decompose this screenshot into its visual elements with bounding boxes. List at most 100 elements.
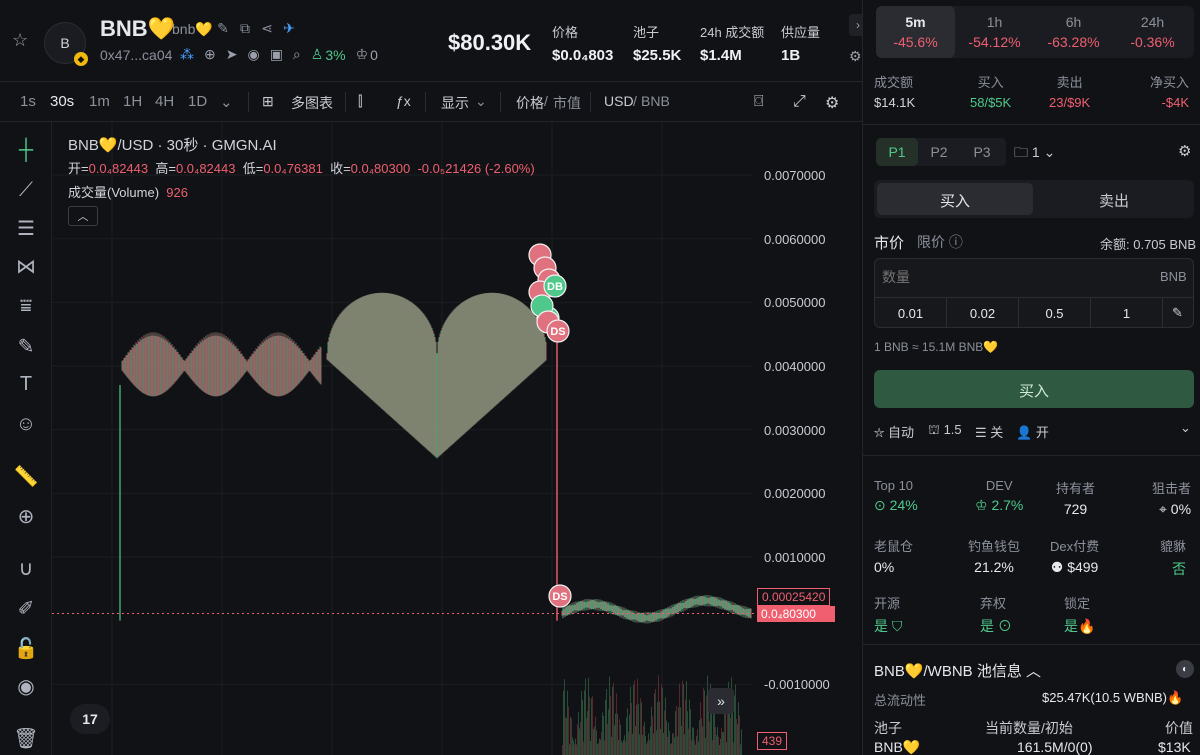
volume-bar: [720, 738, 721, 755]
scroll-to-latest-button[interactable]: »: [708, 688, 734, 714]
bubblemap-icon[interactable]: ⁂: [180, 46, 194, 63]
bnb-toggle[interactable]: BNB: [641, 93, 670, 109]
wallet-selector[interactable]: 🗀 1 ⌄: [1014, 142, 1055, 166]
gmgn-icon[interactable]: ◉: [247, 46, 259, 63]
gear-icon[interactable]: ⚙: [1178, 142, 1191, 160]
tab-p3[interactable]: P3: [961, 138, 1003, 166]
mev-setting[interactable]: ☰ 关: [975, 422, 1003, 441]
kv-value: $499: [1067, 559, 1099, 575]
market-order-tab[interactable]: 市价: [874, 232, 904, 253]
tab-1h[interactable]: 1h -54.12%: [955, 6, 1034, 58]
quantity-input[interactable]: [882, 264, 1112, 290]
mev-off-label: 关: [990, 425, 1004, 440]
sell-tab[interactable]: 卖出: [1036, 183, 1192, 215]
limit-order-tab[interactable]: 限价 ⓘ: [917, 232, 963, 252]
twitter-icon[interactable]: ✈: [281, 20, 297, 37]
contract-address[interactable]: 0x47...ca04: [100, 47, 172, 63]
share-icon[interactable]: ⋖: [259, 20, 275, 37]
pattern-icon[interactable]: ⋈: [12, 252, 40, 280]
candle-type-icon[interactable]: ⫿: [358, 93, 362, 110]
volume-bar: [630, 686, 631, 755]
add-chart-icon[interactable]: ⊞: [262, 93, 274, 110]
magnet-icon[interactable]: ∪: [12, 554, 40, 582]
text-icon[interactable]: T: [12, 370, 40, 398]
edit-presets-icon[interactable]: ✎: [1172, 305, 1183, 321]
tf-1m[interactable]: 1m: [89, 93, 110, 110]
telegram-icon[interactable]: ➤: [226, 46, 238, 63]
preset-0-02[interactable]: 0.02: [947, 298, 1019, 328]
chevron-down-icon[interactable]: ⌄: [1180, 420, 1191, 436]
display-menu[interactable]: 显示: [441, 93, 469, 113]
buy-button[interactable]: 买入: [874, 370, 1194, 408]
zoom-icon[interactable]: ⊕: [12, 502, 40, 530]
website-icon[interactable]: ⊕: [204, 46, 216, 63]
mcap-toggle[interactable]: 市值: [553, 93, 581, 113]
tf-1s[interactable]: 1s: [20, 93, 36, 110]
crosshair-icon[interactable]: ┼: [12, 136, 40, 164]
tf-4h[interactable]: 4H: [155, 93, 174, 110]
tab-24h[interactable]: 24h -0.36%: [1113, 6, 1192, 58]
eye-icon[interactable]: ◉: [12, 672, 40, 700]
tab-6h[interactable]: 6h -63.28%: [1034, 6, 1113, 58]
chevron-down-icon[interactable]: ⌄: [220, 93, 233, 111]
pool-title-text: BNB💛/WBNB 池信息: [874, 663, 1022, 680]
favorite-star-icon[interactable]: ☆: [12, 30, 32, 50]
volume-bar: [632, 733, 633, 755]
chevron-down-icon[interactable]: ⌄: [475, 93, 487, 110]
pool-dex-icon[interactable]: ◐: [1176, 660, 1194, 678]
volume-bar: [645, 735, 646, 755]
balance: 余额: 0.705 BNB: [1100, 237, 1197, 252]
search-icon[interactable]: ⌕: [293, 46, 301, 63]
slippage-setting[interactable]: ⛫ 1.5: [928, 422, 962, 440]
tab-label: 5m: [905, 14, 926, 30]
volume-bar: [595, 716, 596, 755]
ruler-icon[interactable]: 📏: [12, 462, 40, 490]
tf-1d[interactable]: 1D: [188, 93, 207, 110]
fullscreen-icon[interactable]: ⤢: [793, 93, 806, 111]
y-tick: 0.0050000: [764, 295, 826, 310]
preset-0-01[interactable]: 0.01: [875, 298, 947, 328]
indicator-icon[interactable]: ƒx: [396, 93, 411, 109]
brush-icon[interactable]: ✎: [12, 332, 40, 360]
volume-bar: [655, 688, 656, 755]
emoji-icon[interactable]: ☺: [12, 410, 40, 438]
holder-icon: ♙: [310, 46, 324, 62]
preset-1[interactable]: 1: [1091, 298, 1163, 328]
trash-icon[interactable]: 🗑: [12, 724, 40, 752]
edit-icon[interactable]: ✎: [215, 20, 231, 37]
volume-bar: [709, 721, 710, 755]
price-chart[interactable]: DB DS DS: [52, 122, 860, 755]
usd-toggle[interactable]: USD: [604, 93, 634, 109]
tab-5m[interactable]: 5m -45.6%: [876, 6, 955, 58]
kv-label: 钓鱼钱包: [968, 539, 1021, 554]
tf-30s[interactable]: 30s: [50, 93, 74, 110]
camera-icon[interactable]: ⌼: [754, 93, 764, 111]
multi-chart-button[interactable]: 多图表: [291, 93, 333, 113]
volume-bar: [567, 690, 568, 755]
unlock-icon[interactable]: 🔓: [12, 634, 40, 662]
tf-1h[interactable]: 1H: [123, 93, 142, 110]
buy-tab[interactable]: 买入: [877, 183, 1033, 215]
volume-bar: [634, 680, 635, 755]
tab-p2[interactable]: P2: [918, 138, 960, 166]
chart-canvas[interactable]: DB DS DS: [52, 122, 860, 755]
lock-drawing-icon[interactable]: ✐: [12, 594, 40, 622]
trendline-icon[interactable]: ⟋: [12, 176, 40, 204]
anti-mev-setting[interactable]: 👤 开: [1016, 422, 1049, 441]
tab-p1[interactable]: P1: [876, 138, 918, 166]
price-toggle[interactable]: 价格: [516, 93, 544, 113]
fib-icon[interactable]: ⩸: [12, 292, 40, 320]
copy-icon[interactable]: ⧉: [237, 20, 253, 37]
pool-info-title[interactable]: BNB💛/WBNB 池信息 ︿: [874, 660, 1041, 681]
collapse-legend-button[interactable]: ︿: [68, 206, 98, 226]
auto-setting[interactable]: ⛥ 自动: [874, 422, 914, 441]
comment-icon[interactable]: ▣: [270, 46, 283, 63]
volume-bar: [713, 708, 714, 755]
volume-bar: [622, 742, 623, 755]
settings-icon[interactable]: ⚙: [825, 93, 839, 113]
tradingview-logo[interactable]: 17: [70, 704, 110, 734]
volume-bar: [674, 737, 675, 755]
horizontal-lines-icon[interactable]: ☰: [12, 214, 40, 242]
preset-0-5[interactable]: 0.5: [1019, 298, 1091, 328]
volume-bar: [641, 702, 642, 755]
